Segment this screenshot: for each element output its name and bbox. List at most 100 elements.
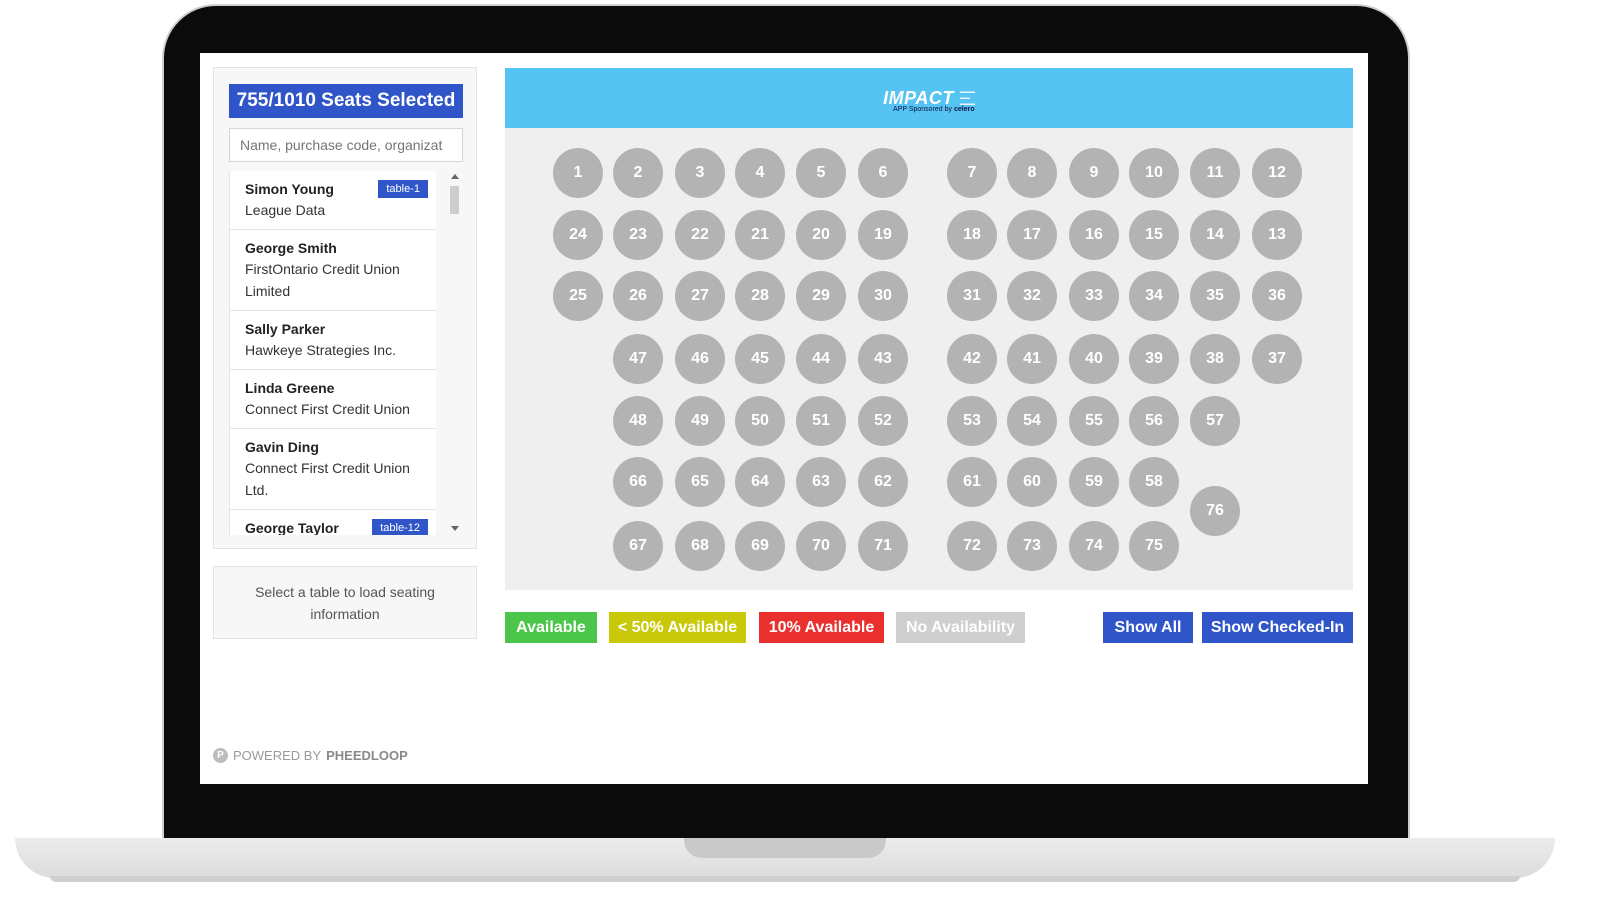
table-4[interactable]: 4 [735, 148, 785, 198]
table-29[interactable]: 29 [796, 271, 846, 321]
table-62[interactable]: 62 [858, 457, 908, 507]
table-42[interactable]: 42 [947, 334, 997, 384]
table-55[interactable]: 55 [1069, 396, 1119, 446]
table-26[interactable]: 26 [613, 271, 663, 321]
table-43[interactable]: 43 [858, 334, 908, 384]
table-59[interactable]: 59 [1069, 457, 1119, 507]
table-48[interactable]: 48 [613, 396, 663, 446]
table-12[interactable]: 12 [1252, 148, 1302, 198]
table-64[interactable]: 64 [735, 457, 785, 507]
table-35[interactable]: 35 [1190, 271, 1240, 321]
table-74[interactable]: 74 [1069, 521, 1119, 571]
table-7[interactable]: 7 [947, 148, 997, 198]
table-1[interactable]: 1 [553, 148, 603, 198]
table-22[interactable]: 22 [675, 210, 725, 260]
table-tag[interactable]: table-1 [378, 180, 428, 198]
table-30[interactable]: 30 [858, 271, 908, 321]
attendee-list[interactable]: Simon Young League Data table-1 George S… [229, 171, 436, 535]
table-20[interactable]: 20 [796, 210, 846, 260]
laptop-base-lip [50, 876, 1520, 882]
table-15[interactable]: 15 [1129, 210, 1179, 260]
table-16[interactable]: 16 [1069, 210, 1119, 260]
attendee-item[interactable]: George Taylor table-12 [230, 510, 436, 535]
table-76[interactable]: 76 [1190, 485, 1240, 536]
attendee-item[interactable]: Sally Parker Hawkeye Strategies Inc. [230, 311, 436, 370]
table-28[interactable]: 28 [735, 271, 785, 321]
table-58[interactable]: 58 [1129, 457, 1179, 507]
table-11[interactable]: 11 [1190, 148, 1240, 198]
table-44[interactable]: 44 [796, 334, 846, 384]
floor-plan: IMPACT ▬▬▬ ▬▬ ▬▬▬ APP Sponsored by celero … [505, 68, 1353, 590]
table-73[interactable]: 73 [1007, 521, 1057, 571]
scroll-thumb[interactable] [450, 186, 459, 214]
table-25[interactable]: 25 [553, 271, 603, 321]
table-3[interactable]: 3 [675, 148, 725, 198]
table-66[interactable]: 66 [613, 457, 663, 507]
table-63[interactable]: 63 [796, 457, 846, 507]
table-46[interactable]: 46 [675, 334, 725, 384]
table-39[interactable]: 39 [1129, 334, 1179, 384]
scroll-up-arrow-icon[interactable] [451, 174, 459, 179]
table-tag[interactable]: table-12 [372, 519, 428, 535]
table-51[interactable]: 51 [796, 396, 846, 446]
table-41[interactable]: 41 [1007, 334, 1057, 384]
table-71[interactable]: 71 [858, 521, 908, 571]
table-61[interactable]: 61 [947, 457, 997, 507]
table-8[interactable]: 8 [1007, 148, 1057, 198]
table-57[interactable]: 57 [1190, 396, 1240, 446]
show-checked-in-button[interactable]: Show Checked-In [1202, 612, 1353, 643]
table-70[interactable]: 70 [796, 521, 846, 571]
table-9[interactable]: 9 [1069, 148, 1119, 198]
attendee-item[interactable]: Simon Young League Data table-1 [230, 171, 436, 230]
powered-by-brand[interactable]: PHEEDLOOP [326, 748, 408, 763]
table-5[interactable]: 5 [796, 148, 846, 198]
scroll-down-arrow-icon[interactable] [451, 526, 459, 531]
table-53[interactable]: 53 [947, 396, 997, 446]
table-49[interactable]: 49 [675, 396, 725, 446]
table-33[interactable]: 33 [1069, 271, 1119, 321]
table-13[interactable]: 13 [1252, 210, 1302, 260]
table-75[interactable]: 75 [1129, 521, 1179, 571]
table-37[interactable]: 37 [1252, 334, 1302, 384]
table-34[interactable]: 34 [1129, 271, 1179, 321]
attendee-list-scrollbar[interactable] [448, 172, 462, 534]
table-72[interactable]: 72 [947, 521, 997, 571]
attendee-panel: 755/1010 Seats Selected Simon Young Leag… [213, 67, 477, 549]
attendee-search-input[interactable] [229, 128, 463, 162]
table-14[interactable]: 14 [1190, 210, 1240, 260]
table-52[interactable]: 52 [858, 396, 908, 446]
attendee-item[interactable]: Gavin Ding Connect First Credit Union Lt… [230, 429, 436, 510]
table-54[interactable]: 54 [1007, 396, 1057, 446]
event-banner: IMPACT ▬▬▬ ▬▬ ▬▬▬ APP Sponsored by celero [505, 68, 1353, 128]
table-10[interactable]: 10 [1129, 148, 1179, 198]
table-50[interactable]: 50 [735, 396, 785, 446]
table-65[interactable]: 65 [675, 457, 725, 507]
legend-no-availability: No Availability [896, 612, 1025, 643]
table-47[interactable]: 47 [613, 334, 663, 384]
table-40[interactable]: 40 [1069, 334, 1119, 384]
table-27[interactable]: 27 [675, 271, 725, 321]
table-32[interactable]: 32 [1007, 271, 1057, 321]
table-2[interactable]: 2 [613, 148, 663, 198]
seats-selected-badge: 755/1010 Seats Selected [229, 84, 463, 118]
attendee-org: Hawkeye Strategies Inc. [245, 342, 396, 358]
table-23[interactable]: 23 [613, 210, 663, 260]
table-24[interactable]: 24 [553, 210, 603, 260]
table-67[interactable]: 67 [613, 521, 663, 571]
table-68[interactable]: 68 [675, 521, 725, 571]
attendee-item[interactable]: Linda Greene Connect First Credit Union [230, 370, 436, 429]
table-17[interactable]: 17 [1007, 210, 1057, 260]
table-56[interactable]: 56 [1129, 396, 1179, 446]
table-6[interactable]: 6 [858, 148, 908, 198]
table-45[interactable]: 45 [735, 334, 785, 384]
table-69[interactable]: 69 [735, 521, 785, 571]
attendee-item[interactable]: George Smith FirstOntario Credit Union L… [230, 230, 436, 311]
table-31[interactable]: 31 [947, 271, 997, 321]
table-19[interactable]: 19 [858, 210, 908, 260]
show-all-button[interactable]: Show All [1103, 612, 1193, 643]
table-36[interactable]: 36 [1252, 271, 1302, 321]
table-21[interactable]: 21 [735, 210, 785, 260]
table-18[interactable]: 18 [947, 210, 997, 260]
table-38[interactable]: 38 [1190, 334, 1240, 384]
table-60[interactable]: 60 [1007, 457, 1057, 507]
